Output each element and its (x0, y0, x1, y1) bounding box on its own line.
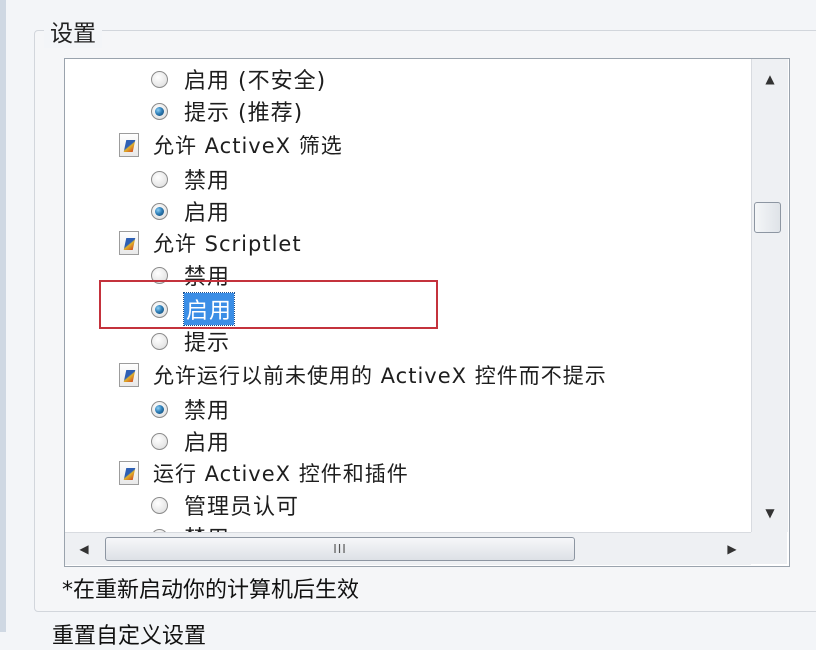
category-label: 允许 Scriptlet (153, 232, 302, 256)
restart-note: *在重新启动你的计算机后生效 (62, 578, 360, 603)
radio-label: 管理员认可 (184, 495, 300, 520)
radio-label: 启用 (184, 431, 231, 456)
category-label: 运行 ActiveX 控件和插件 (153, 462, 409, 486)
radio-label: 禁用 (184, 399, 231, 424)
radio-unused-activex-enable[interactable]: 启用 (151, 425, 230, 457)
radio-label-selected: 启用 (182, 292, 236, 326)
settings-tree[interactable]: 启用 (不安全) 提示 (推荐) 允许 ActiveX 筛选 禁用 启用 允许 … (64, 58, 790, 567)
settings-category-icon (119, 461, 139, 485)
radio-button-icon[interactable] (151, 496, 168, 514)
radio-scriptlet-enable[interactable]: 启用 (151, 292, 236, 326)
scroll-right-icon[interactable]: ▶ (715, 533, 749, 565)
category-label: 允许运行以前未使用的 ActiveX 控件而不提示 (153, 364, 607, 388)
settings-group-title: 设置 (44, 14, 102, 48)
radio-label: 启用 (184, 201, 231, 226)
radio-label: 禁用 (184, 265, 231, 290)
radio-label: 提示 (184, 331, 231, 356)
radio-label: 禁用 (184, 169, 231, 194)
window-left-edge (0, 0, 6, 632)
category-run-activex-plugins: 运行 ActiveX 控件和插件 (119, 457, 409, 489)
radio-label: 提示 (推荐) (184, 101, 304, 126)
category-allow-activex-filtering: 允许 ActiveX 筛选 (119, 129, 343, 161)
settings-category-icon (119, 363, 139, 387)
vertical-scrollbar[interactable]: ▲ ▼ (751, 59, 788, 532)
scrollbar-corner (751, 532, 787, 564)
radio-admin-approved[interactable]: 管理员认可 (151, 489, 299, 521)
radio-button-icon[interactable] (151, 332, 168, 350)
radio-button-icon[interactable] (151, 170, 168, 188)
radio-button-icon[interactable] (151, 300, 168, 318)
radio-button-icon[interactable] (151, 70, 168, 88)
radio-button-icon[interactable] (151, 266, 168, 284)
vertical-scroll-thumb[interactable] (754, 202, 781, 233)
category-allow-unused-activex: 允许运行以前未使用的 ActiveX 控件而不提示 (119, 359, 607, 391)
radio-prompt-recommended[interactable]: 提示 (推荐) (151, 95, 303, 127)
category-label: 允许 ActiveX 筛选 (153, 134, 343, 158)
settings-category-icon (119, 231, 139, 255)
radio-button-icon[interactable] (151, 202, 168, 220)
settings-category-icon (119, 133, 139, 157)
radio-button-icon[interactable] (151, 432, 168, 450)
category-allow-scriptlet: 允许 Scriptlet (119, 227, 302, 259)
scroll-grip-icon: III (333, 542, 347, 556)
radio-button-icon[interactable] (151, 400, 168, 418)
radio-scriptlet-prompt[interactable]: 提示 (151, 325, 230, 357)
radio-scriptlet-disable[interactable]: 禁用 (151, 259, 230, 291)
radio-activex-filter-disable[interactable]: 禁用 (151, 163, 230, 195)
radio-unused-activex-disable[interactable]: 禁用 (151, 393, 230, 425)
scroll-up-icon[interactable]: ▲ (752, 65, 788, 93)
radio-enable-unsafe[interactable]: 启用 (不安全) (151, 63, 326, 95)
horizontal-scroll-thumb[interactable]: III (105, 537, 575, 561)
radio-label: 启用 (不安全) (184, 69, 327, 94)
scroll-down-icon[interactable]: ▼ (752, 499, 788, 527)
radio-button-icon[interactable] (151, 102, 168, 120)
scroll-left-icon[interactable]: ◀ (67, 533, 101, 565)
horizontal-scrollbar[interactable]: ◀ III ▶ (65, 532, 751, 565)
reset-custom-settings-label: 重置自定义设置 (52, 624, 207, 649)
radio-activex-filter-enable[interactable]: 启用 (151, 195, 230, 227)
